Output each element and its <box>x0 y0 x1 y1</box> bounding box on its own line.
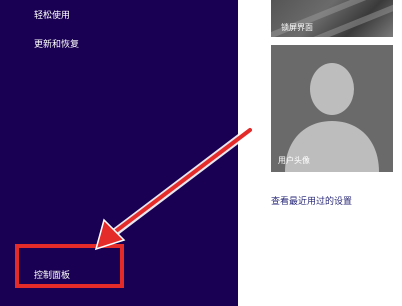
menu-item-update-and-recovery[interactable]: 更新和恢复 <box>34 39 79 51</box>
user-silhouette-icon <box>285 63 379 172</box>
menu-item-ease-of-access[interactable]: 轻松使用 <box>34 10 70 22</box>
account-picture-tile-label: 用户头像 <box>278 156 310 165</box>
account-picture-tile[interactable]: 用户头像 <box>271 45 393 172</box>
lock-screen-tile[interactable]: 锁屏界面 <box>271 0 393 37</box>
lock-screen-tile-label: 锁屏界面 <box>281 23 313 32</box>
annotation-highlight-box <box>15 244 124 288</box>
recent-settings-link[interactable]: 查看最近用过的设置 <box>271 194 352 207</box>
